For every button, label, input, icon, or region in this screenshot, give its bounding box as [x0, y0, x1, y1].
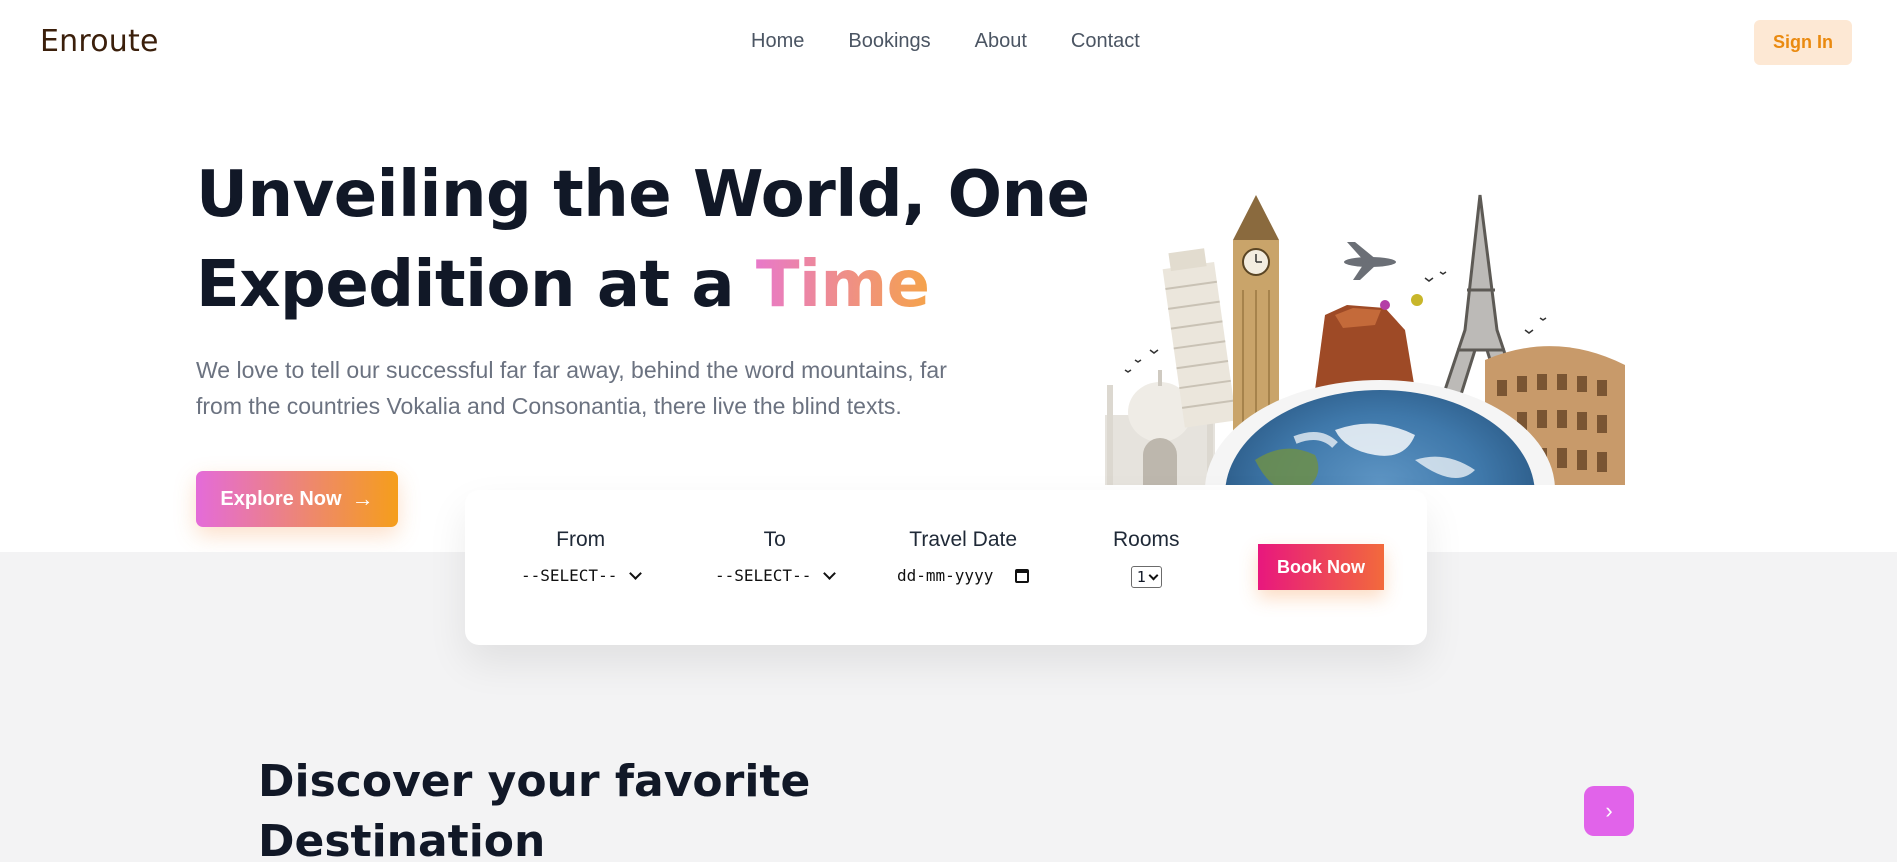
nav-bookings[interactable]: Bookings: [848, 30, 930, 53]
discover-title-line1: Discover your favorite: [258, 756, 811, 807]
hero-title: Unveiling the World, One Expedition at a…: [196, 150, 1090, 330]
travel-date-label: Travel Date: [909, 528, 1018, 551]
book-now-button[interactable]: Book Now: [1258, 544, 1384, 590]
brand-logo[interactable]: Enroute: [40, 24, 159, 59]
chevron-right-icon: ›: [1605, 798, 1613, 823]
calendar-icon[interactable]: [1015, 568, 1030, 583]
to-select-value: --SELECT--: [715, 566, 812, 585]
chevron-down-icon: [823, 566, 837, 580]
explore-now-label: Explore Now: [220, 487, 342, 510]
arrow-right-icon: →: [351, 486, 374, 511]
hero-title-accent: Time: [755, 248, 930, 322]
from-field: From --SELECT--: [521, 528, 643, 586]
explore-now-button[interactable]: Explore Now →: [196, 471, 398, 527]
rooms-label: Rooms: [1113, 528, 1180, 551]
to-field: To --SELECT--: [715, 528, 837, 586]
mesa-rock-icon: [1315, 305, 1415, 390]
chevron-down-icon: [629, 566, 643, 580]
chevron-down-icon: [1148, 570, 1159, 580]
booking-form-card: From --SELECT-- To --SELECT-- Travel Dat…: [465, 490, 1427, 645]
from-label: From: [556, 528, 606, 551]
travel-date-placeholder: dd-mm-yyyy: [897, 566, 994, 585]
rooms-field: Rooms 1: [1113, 528, 1180, 588]
to-label: To: [763, 528, 786, 551]
rooms-select-value: 1: [1136, 568, 1146, 586]
hero-description-line1: We love to tell our successful far far a…: [196, 357, 947, 383]
nav-home[interactable]: Home: [751, 30, 804, 53]
from-select[interactable]: --SELECT--: [521, 566, 643, 585]
hero-description-line2: from the countries Vokalia and Consonant…: [196, 393, 902, 419]
from-select-value: --SELECT--: [521, 566, 618, 585]
hero-description: We love to tell our successful far far a…: [196, 352, 1016, 424]
site-header: Enroute Home Bookings About Contact Sign…: [0, 0, 1897, 86]
main-nav: Home Bookings About Contact: [751, 30, 1140, 53]
hero-title-line2: Expedition at a: [196, 248, 756, 322]
discover-title: Discover your favorite Destination: [258, 752, 810, 862]
balloon-icon: [1380, 300, 1390, 310]
nav-contact[interactable]: Contact: [1071, 30, 1140, 53]
rooms-select[interactable]: 1: [1130, 566, 1162, 588]
travel-date-field: Travel Date dd-mm-yyyy: [897, 528, 1030, 586]
next-destination-button[interactable]: ›: [1584, 786, 1634, 836]
to-select[interactable]: --SELECT--: [715, 566, 837, 585]
discover-title-line2: Destination: [258, 816, 546, 862]
sign-in-button[interactable]: Sign In: [1754, 20, 1852, 65]
airplane-icon: [1344, 242, 1396, 280]
world-landmarks-illustration: [1105, 194, 1625, 485]
hero-title-line1: Unveiling the World, One: [196, 158, 1090, 232]
nav-about[interactable]: About: [975, 30, 1027, 53]
travel-date-input[interactable]: dd-mm-yyyy: [897, 566, 1030, 585]
balloon-icon: [1411, 294, 1423, 306]
